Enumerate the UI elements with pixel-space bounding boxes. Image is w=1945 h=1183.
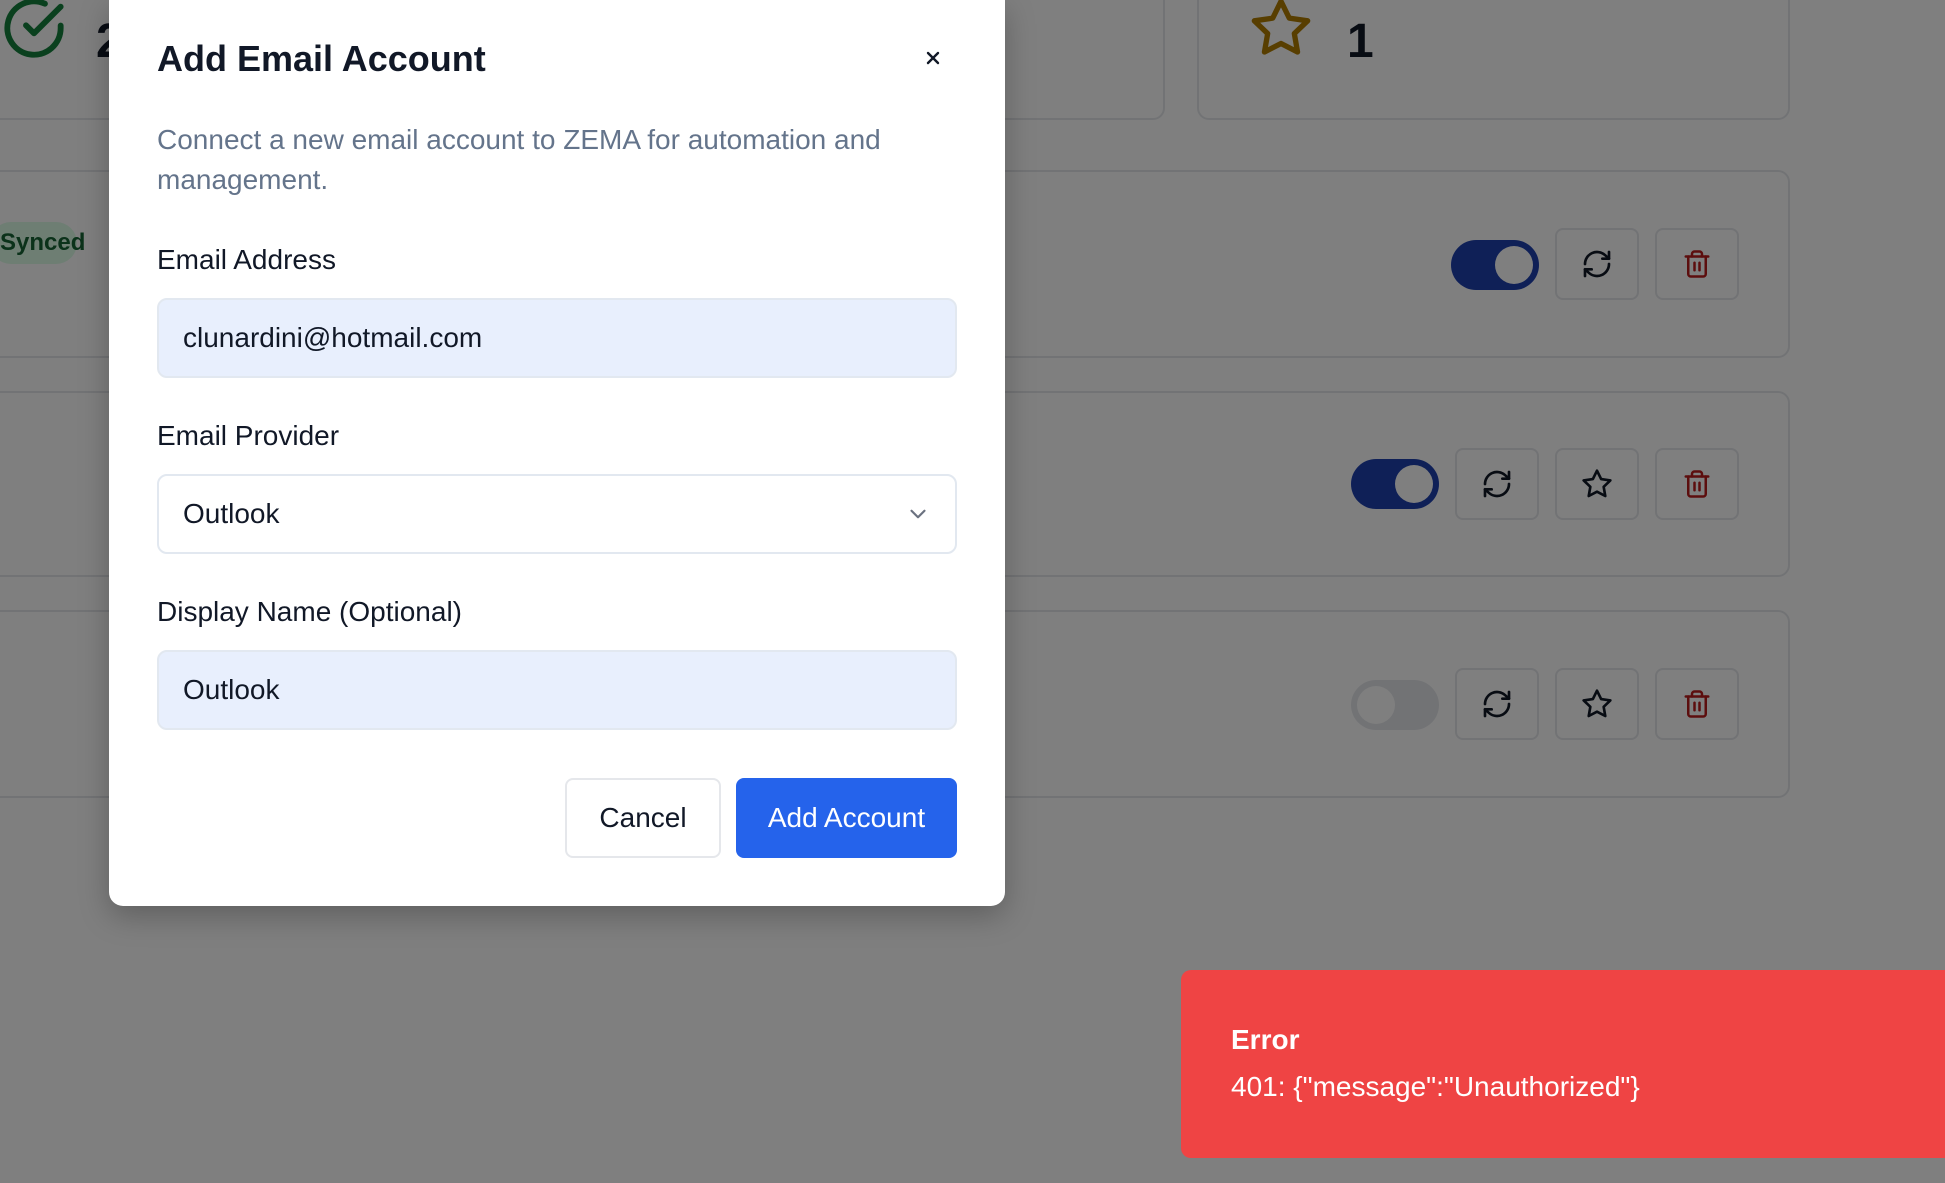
close-button[interactable] — [921, 46, 945, 70]
add-account-button[interactable]: Add Account — [736, 778, 957, 858]
display-name-label: Display Name (Optional) — [157, 596, 462, 627]
error-toast: Error 401: {"message":"Unauthorized"} — [1181, 970, 1945, 1158]
display-name-input[interactable] — [157, 650, 957, 730]
email-provider-label: Email Provider — [157, 420, 340, 451]
close-icon — [926, 51, 940, 65]
add-email-account-dialog: Add Email Account Connect a new email ac… — [109, 0, 1005, 906]
chevron-down-icon — [910, 509, 926, 519]
email-provider-value: Outlook — [183, 498, 280, 529]
email-address-label: Email Address — [157, 244, 336, 275]
cancel-button[interactable]: Cancel — [565, 778, 721, 858]
toast-title: Error — [1231, 1024, 1300, 1055]
email-provider-select[interactable]: Outlook — [157, 474, 957, 554]
toast-message: 401: {"message":"Unauthorized"} — [1231, 1071, 1640, 1102]
dialog-description: Connect a new email account to ZEMA for … — [157, 124, 881, 195]
dialog-title: Add Email Account — [157, 38, 486, 79]
email-address-input[interactable] — [157, 298, 957, 378]
